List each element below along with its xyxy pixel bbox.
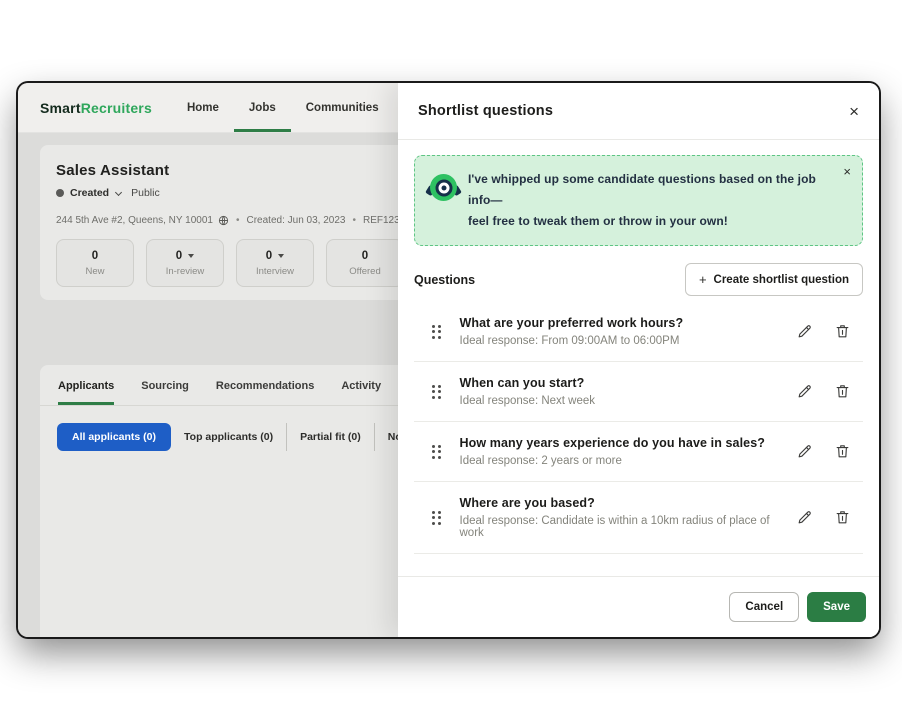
panel-footer: Cancel Save <box>398 576 879 637</box>
drag-handle-icon[interactable] <box>432 511 441 525</box>
smartrecruiters-logo[interactable]: SmartRecruiters <box>40 83 152 132</box>
assistant-owl-icon <box>430 174 457 201</box>
questions-heading: Questions <box>414 273 475 287</box>
question-ideal-response: Ideal response: 2 years or more <box>460 455 785 467</box>
question-row: How many years experience do you have in… <box>414 422 863 482</box>
banner-line-1: I've whipped up some candidate questions… <box>468 169 828 211</box>
status-dot-icon <box>56 189 64 197</box>
question-title: What are your preferred work hours? <box>460 316 785 330</box>
question-ideal-response: Ideal response: From 09:00AM to 06:00PM <box>460 335 785 347</box>
edit-icon[interactable] <box>794 441 815 462</box>
drag-handle-icon[interactable] <box>432 445 441 459</box>
delete-icon[interactable] <box>832 441 853 462</box>
save-button[interactable]: Save <box>807 592 866 622</box>
cancel-button[interactable]: Cancel <box>729 592 799 622</box>
assistant-banner: I've whipped up some candidate questions… <box>414 155 863 246</box>
question-title: How many years experience do you have in… <box>460 436 785 450</box>
question-ideal-response: Ideal response: Next week <box>460 395 785 407</box>
panel-header: Shortlist questions × <box>398 83 879 140</box>
shortlist-questions-panel: Shortlist questions × I've whipped up so… <box>398 83 879 637</box>
tab-recommendations[interactable]: Recommendations <box>216 365 314 405</box>
edit-icon[interactable] <box>794 507 815 528</box>
tab-sourcing[interactable]: Sourcing <box>141 365 189 405</box>
banner-close-icon[interactable]: × <box>843 165 851 178</box>
question-title: When can you start? <box>460 376 785 390</box>
tab-applicants[interactable]: Applicants <box>58 365 114 405</box>
edit-icon[interactable] <box>794 321 815 342</box>
delete-icon[interactable] <box>832 381 853 402</box>
question-list: What are your preferred work hours? Idea… <box>414 302 863 554</box>
desktop-background: SmartRecruiters Home Jobs Communities Pe… <box>0 0 902 722</box>
delete-icon[interactable] <box>832 321 853 342</box>
app-window: SmartRecruiters Home Jobs Communities Pe… <box>18 83 879 637</box>
question-row: Where are you based? Ideal response: Can… <box>414 482 863 554</box>
chevron-down-icon[interactable] <box>115 188 122 195</box>
create-button-label: Create shortlist question <box>714 274 849 286</box>
close-icon[interactable]: × <box>849 103 859 120</box>
job-address: 244 5th Ave #2, Queens, NY 10001 <box>56 215 213 226</box>
nav-item-jobs[interactable]: Jobs <box>234 83 291 132</box>
filter-all-applicants[interactable]: All applicants (0) <box>57 423 171 451</box>
delete-icon[interactable] <box>832 507 853 528</box>
stat-in-review[interactable]: 0 In-review <box>146 239 224 287</box>
nav-item-communities[interactable]: Communities <box>291 83 394 132</box>
stat-offered[interactable]: 0 Offered <box>326 239 404 287</box>
stat-interview[interactable]: 0 Interview <box>236 239 314 287</box>
globe-icon <box>218 215 229 226</box>
filter-top-applicants[interactable]: Top applicants (0) <box>171 423 286 451</box>
question-title: Where are you based? <box>460 496 785 510</box>
drag-handle-icon[interactable] <box>432 385 441 399</box>
job-visibility-label: Public <box>131 187 160 199</box>
panel-title: Shortlist questions <box>418 103 553 119</box>
meta-separator: • <box>352 215 356 226</box>
tab-activity[interactable]: Activity <box>341 365 381 405</box>
filter-partial-fit[interactable]: Partial fit (0) <box>286 423 374 451</box>
banner-message: I've whipped up some candidate questions… <box>468 169 828 232</box>
banner-line-2: feel free to tweak them or throw in your… <box>468 211 828 232</box>
question-ideal-response: Ideal response: Candidate is within a 10… <box>460 515 785 539</box>
nav-item-home[interactable]: Home <box>172 83 234 132</box>
question-row: When can you start? Ideal response: Next… <box>414 362 863 422</box>
caret-down-icon[interactable] <box>278 254 284 258</box>
questions-header-row: Questions + Create shortlist question <box>414 263 863 296</box>
logo-text-recruiters: Recruiters <box>81 100 152 116</box>
stat-new[interactable]: 0 New <box>56 239 134 287</box>
edit-icon[interactable] <box>794 381 815 402</box>
job-created-date: Created: Jun 03, 2023 <box>247 215 346 226</box>
logo-text-smart: Smart <box>40 100 81 116</box>
drag-handle-icon[interactable] <box>432 325 441 339</box>
question-row: What are your preferred work hours? Idea… <box>414 302 863 362</box>
plus-icon: + <box>699 272 707 287</box>
meta-separator: • <box>236 215 240 226</box>
job-status-dropdown[interactable]: Created <box>70 187 109 199</box>
create-shortlist-question-button[interactable]: + Create shortlist question <box>685 263 863 296</box>
caret-down-icon[interactable] <box>188 254 194 258</box>
